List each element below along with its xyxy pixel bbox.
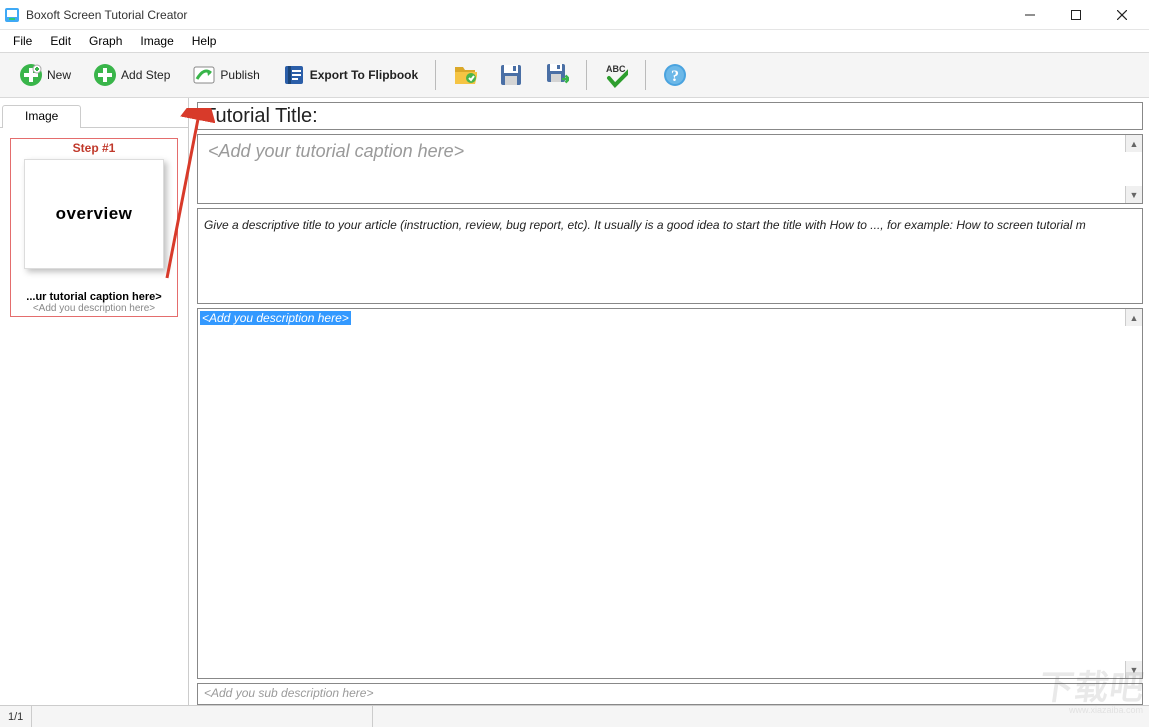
window-controls <box>1007 0 1145 30</box>
status-bar: 1/1 <box>0 705 1149 727</box>
hint-text: Give a descriptive title to your article… <box>204 217 1136 234</box>
new-icon <box>19 63 43 87</box>
description-selected-text: <Add you description here> <box>200 311 351 325</box>
export-flipbook-button[interactable]: Export To Flipbook <box>271 57 429 93</box>
publish-label: Publish <box>220 68 259 82</box>
hint-box: Give a descriptive title to your article… <box>197 208 1143 304</box>
scroll-up-icon[interactable]: ▲ <box>1125 135 1142 152</box>
menu-edit[interactable]: Edit <box>41 32 80 50</box>
scroll-up-icon[interactable]: ▲ <box>1125 309 1142 326</box>
step-thumbnail[interactable]: Step #1 overview ...ur tutorial caption … <box>10 138 178 317</box>
publish-icon <box>192 63 216 87</box>
menu-file[interactable]: File <box>4 32 41 50</box>
add-step-button[interactable]: Add Step <box>82 57 181 93</box>
save-as-button[interactable] <box>534 57 580 93</box>
thumbnail-description: <Add you description here> <box>13 303 175 314</box>
menu-bar: File Edit Graph Image Help <box>0 30 1149 52</box>
thumbnail-text: overview <box>56 204 133 224</box>
maximize-button[interactable] <box>1053 0 1099 30</box>
publish-button[interactable]: Publish <box>181 57 270 93</box>
menu-image[interactable]: Image <box>131 32 182 50</box>
save-as-icon <box>545 63 569 87</box>
flipbook-icon <box>282 63 306 87</box>
tab-image[interactable]: Image <box>2 105 81 128</box>
toolbar-separator-3 <box>645 60 646 90</box>
save-icon <box>499 63 523 87</box>
step-label: Step #1 <box>13 139 175 159</box>
scroll-down-icon[interactable]: ▼ <box>1125 661 1142 678</box>
menu-graph[interactable]: Graph <box>80 32 131 50</box>
spell-check-icon: ABC <box>604 63 628 87</box>
caption-placeholder: <Add your tutorial caption here> <box>198 135 1142 168</box>
editor-panel: Tutorial Title: <Add your tutorial capti… <box>189 98 1149 705</box>
toolbar: New Add Step Publish Export To Flipbook <box>0 52 1149 98</box>
spell-check-button[interactable]: ABC <box>593 57 639 93</box>
title-bar: Boxoft Screen Tutorial Creator <box>0 0 1149 30</box>
thumbnail-area: Step #1 overview ...ur tutorial caption … <box>0 128 188 327</box>
close-button[interactable] <box>1099 0 1145 30</box>
sub-description-placeholder: <Add you sub description here> <box>204 686 373 700</box>
help-icon: ? <box>663 63 687 87</box>
menu-help[interactable]: Help <box>183 32 226 50</box>
save-button[interactable] <box>488 57 534 93</box>
sub-description-input[interactable]: <Add you sub description here> <box>197 683 1143 705</box>
export-flipbook-label: Export To Flipbook <box>310 68 418 82</box>
window-title: Boxoft Screen Tutorial Creator <box>26 8 1007 22</box>
toolbar-separator <box>435 60 436 90</box>
folder-open-icon <box>453 63 477 87</box>
scroll-down-icon[interactable]: ▼ <box>1125 186 1142 203</box>
new-button[interactable]: New <box>8 57 82 93</box>
app-icon <box>4 7 20 23</box>
thumbnail-caption: ...ur tutorial caption here> <box>13 291 175 303</box>
tutorial-title-label: Tutorial Title: <box>197 102 1143 130</box>
svg-text:ABC: ABC <box>606 64 626 74</box>
new-label: New <box>47 68 71 82</box>
svg-text:?: ? <box>671 68 679 85</box>
minimize-button[interactable] <box>1007 0 1053 30</box>
open-button[interactable] <box>442 57 488 93</box>
add-step-label: Add Step <box>121 68 170 82</box>
caption-input[interactable]: <Add your tutorial caption here> ▲ ▼ <box>197 134 1143 204</box>
thumbnail-image: overview <box>24 159 164 269</box>
add-step-icon <box>93 63 117 87</box>
left-tab-bar: Image <box>0 104 188 128</box>
left-panel: Image Step #1 overview ...ur tutorial ca… <box>0 98 189 705</box>
description-input[interactable]: <Add you description here> ▲ ▼ <box>197 308 1143 679</box>
status-cell-2 <box>32 706 372 727</box>
toolbar-separator-2 <box>586 60 587 90</box>
help-button[interactable]: ? <box>652 57 698 93</box>
page-indicator: 1/1 <box>0 706 31 727</box>
status-cell-3 <box>373 706 1149 727</box>
main-area: Image Step #1 overview ...ur tutorial ca… <box>0 98 1149 705</box>
